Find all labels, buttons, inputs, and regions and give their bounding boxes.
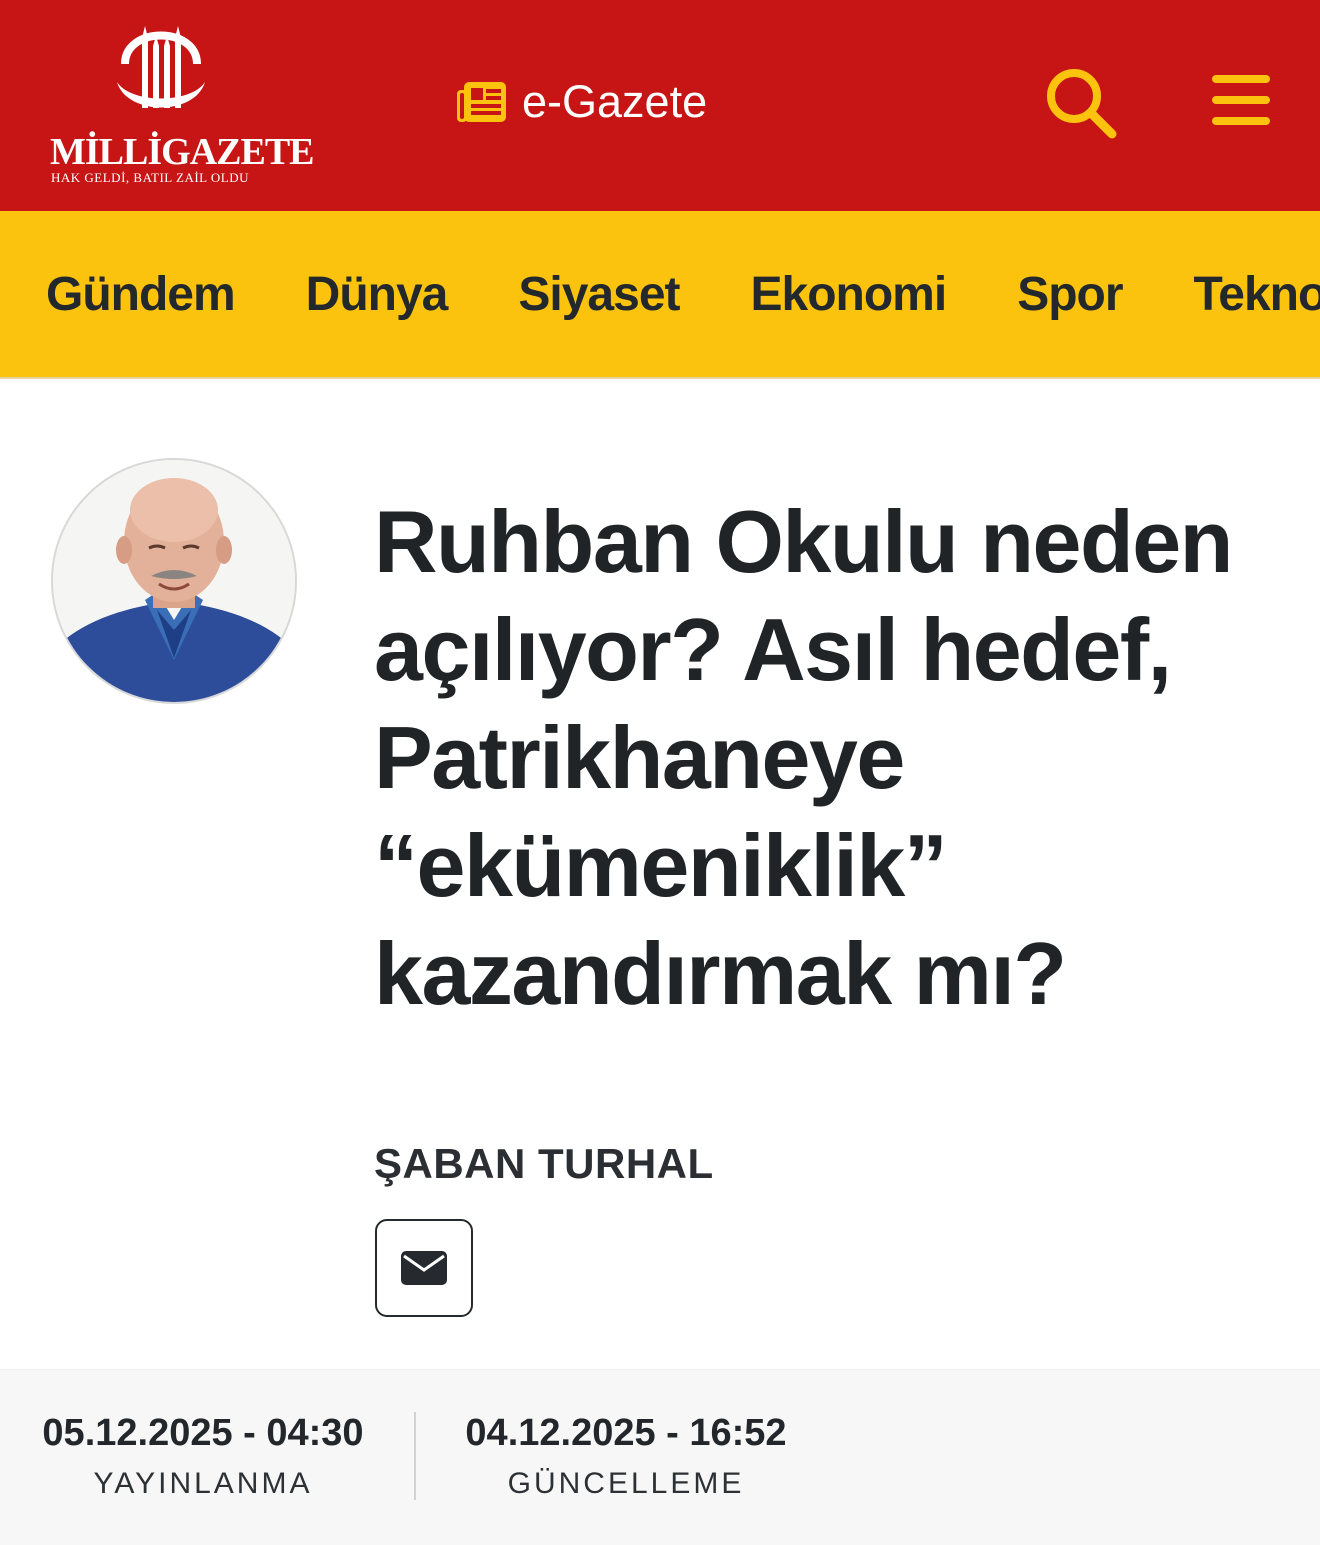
newspaper-icon [457, 82, 506, 122]
updated-date-label: GÜNCELLEME [507, 1467, 745, 1500]
updated-date-value: 04.12.2025 - 16:52 [465, 1412, 787, 1454]
egazete-label: e-Gazete [522, 76, 708, 127]
egazete-link[interactable]: e-Gazete [456, 72, 707, 132]
category-nav: Gündem Dünya Siyaset Ekonomi Spor Teknol… [0, 211, 1320, 379]
nav-item-teknoloji[interactable]: Teknoloji [1194, 267, 1320, 322]
nav-item-dunya[interactable]: Dünya [306, 267, 449, 322]
dates-divider [414, 1412, 416, 1500]
site-header: MİLLİGAZETE HAK GELDİ, BATIL ZAİL OLDU e… [0, 0, 1320, 211]
logo-tagline: HAK GELDİ, BATIL ZAİL OLDU [51, 170, 249, 185]
envelope-icon [401, 1251, 447, 1285]
hamburger-menu-icon [1212, 75, 1270, 125]
published-date-label: YAYINLANMA [93, 1467, 313, 1500]
nav-item-ekonomi[interactable]: Ekonomi [751, 267, 948, 322]
article-dates: 05.12.2025 - 04:30 YAYINLANMA 04.12.2025… [0, 1369, 1320, 1545]
email-author-button[interactable] [375, 1219, 473, 1317]
published-date-value: 05.12.2025 - 04:30 [42, 1412, 364, 1454]
published-date: 05.12.2025 - 04:30 YAYINLANMA [38, 1412, 368, 1501]
menu-button[interactable] [1210, 72, 1272, 128]
updated-date: 04.12.2025 - 16:52 GÜNCELLEME [460, 1412, 792, 1501]
nav-item-spor[interactable]: Spor [1017, 267, 1123, 322]
nav-item-siyaset[interactable]: Siyaset [518, 267, 680, 322]
search-button[interactable] [1042, 64, 1118, 140]
logo-wordmark: MİLLİGAZETE [50, 131, 315, 173]
author-avatar[interactable] [51, 458, 297, 704]
author-name[interactable]: ŞABAN TURHAL [374, 1140, 714, 1188]
author-photo [53, 460, 295, 702]
nav-item-gundem[interactable]: Gündem [46, 267, 236, 322]
logo-emblem-icon [117, 26, 205, 108]
milligazete-logo[interactable]: MİLLİGAZETE HAK GELDİ, BATIL ZAİL OLDU [45, 20, 315, 190]
search-icon [1047, 69, 1117, 139]
article-title: Ruhban Okulu neden açılıyor? Asıl hedef,… [374, 492, 1233, 1023]
